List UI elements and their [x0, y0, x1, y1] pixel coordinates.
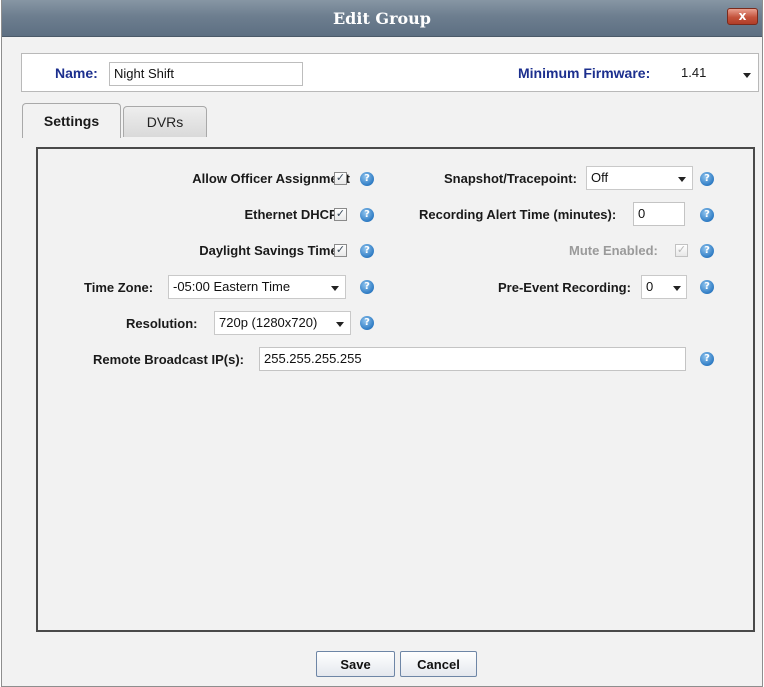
dialog-titlebar[interactable]: Edit Group [2, 0, 762, 37]
help-glyph: ? [704, 353, 710, 364]
check-mark-icon: ✓ [335, 172, 346, 184]
time-zone-select[interactable]: -05:00 Eastern Time [168, 275, 346, 299]
cancel-button[interactable]: Cancel [400, 651, 477, 677]
name-input[interactable]: Night Shift [109, 62, 303, 86]
help-glyph: ? [704, 209, 710, 220]
help-icon[interactable]: ? [700, 172, 714, 186]
allow-officer-assignment-checkbox[interactable]: ✓ [334, 172, 347, 185]
minimum-firmware-select[interactable]: 1.41 [681, 62, 751, 86]
settings-panel: Allow Officer Assignment ✓ ? Ethernet DH… [36, 147, 755, 632]
check-mark-icon: ✓ [676, 244, 687, 256]
help-glyph: ? [704, 173, 710, 184]
close-button[interactable]: x [727, 8, 758, 25]
group-header: Name: Night Shift Minimum Firmware: 1.41 [21, 53, 759, 92]
recording-alert-time-label: Recording Alert Time (minutes): [419, 207, 617, 222]
remote-broadcast-ips-input[interactable]: 255.255.255.255 [259, 347, 686, 371]
allow-officer-assignment-label: Allow Officer Assignment [192, 171, 350, 186]
help-glyph: ? [704, 281, 710, 292]
help-icon[interactable]: ? [700, 208, 714, 222]
minimum-firmware-value: 1.41 [681, 65, 707, 80]
minimum-firmware-label: Minimum Firmware: [518, 65, 651, 81]
help-icon[interactable]: ? [360, 280, 374, 294]
daylight-savings-time-checkbox[interactable]: ✓ [334, 244, 347, 257]
pre-event-recording-value: 0 [646, 279, 654, 294]
tab-dvrs[interactable]: DVRs [123, 106, 207, 137]
time-zone-value: -05:00 Eastern Time [173, 279, 291, 294]
help-icon[interactable]: ? [700, 244, 714, 258]
ethernet-dhcp-label: Ethernet DHCP: [244, 207, 342, 222]
chevron-down-icon [743, 73, 751, 78]
tab-settings-label: Settings [43, 113, 100, 129]
help-glyph: ? [364, 245, 370, 256]
pre-event-recording-select[interactable]: 0 [641, 275, 687, 299]
time-zone-label: Time Zone: [84, 280, 154, 295]
snapshot-tracepoint-label: Snapshot/Tracepoint: [444, 171, 577, 186]
daylight-savings-time-label: Daylight Savings Time: [199, 243, 342, 258]
resolution-select[interactable]: 720p (1280x720) [214, 311, 351, 335]
help-glyph: ? [364, 317, 370, 328]
check-mark-icon: ✓ [335, 244, 346, 256]
recording-alert-time-input[interactable]: 0 [633, 202, 685, 226]
resolution-value: 720p (1280x720) [219, 315, 318, 330]
mute-enabled-checkbox: ✓ [675, 244, 688, 257]
resolution-label: Resolution: [126, 316, 198, 331]
help-icon[interactable]: ? [360, 244, 374, 258]
check-mark-icon: ✓ [335, 208, 346, 220]
mute-enabled-label: Mute Enabled: [569, 243, 658, 258]
help-glyph: ? [364, 173, 370, 184]
help-icon[interactable]: ? [360, 172, 374, 186]
help-icon[interactable]: ? [700, 352, 714, 366]
save-button[interactable]: Save [316, 651, 395, 677]
pre-event-recording-label: Pre-Event Recording: [498, 280, 631, 295]
ethernet-dhcp-checkbox[interactable]: ✓ [334, 208, 347, 221]
help-glyph: ? [364, 281, 370, 292]
tab-dvrs-label: DVRs [146, 114, 184, 130]
chevron-down-icon [673, 286, 681, 291]
snapshot-tracepoint-select[interactable]: Off [586, 166, 693, 190]
chevron-down-icon [336, 322, 344, 327]
help-icon[interactable]: ? [360, 316, 374, 330]
help-icon[interactable]: ? [700, 280, 714, 294]
remote-broadcast-ips-label: Remote Broadcast IP(s): [93, 352, 244, 367]
name-label: Name: [55, 65, 98, 81]
dialog-title: Edit Group [332, 9, 431, 28]
help-glyph: ? [364, 209, 370, 220]
chevron-down-icon [331, 286, 339, 291]
help-glyph: ? [704, 245, 710, 256]
help-icon[interactable]: ? [360, 208, 374, 222]
tab-settings[interactable]: Settings [22, 103, 121, 138]
close-icon: x [738, 9, 747, 23]
snapshot-tracepoint-value: Off [591, 170, 609, 185]
edit-group-dialog: Edit Group x Name: Night Shift Minimum F… [1, 0, 763, 687]
chevron-down-icon [678, 177, 686, 182]
